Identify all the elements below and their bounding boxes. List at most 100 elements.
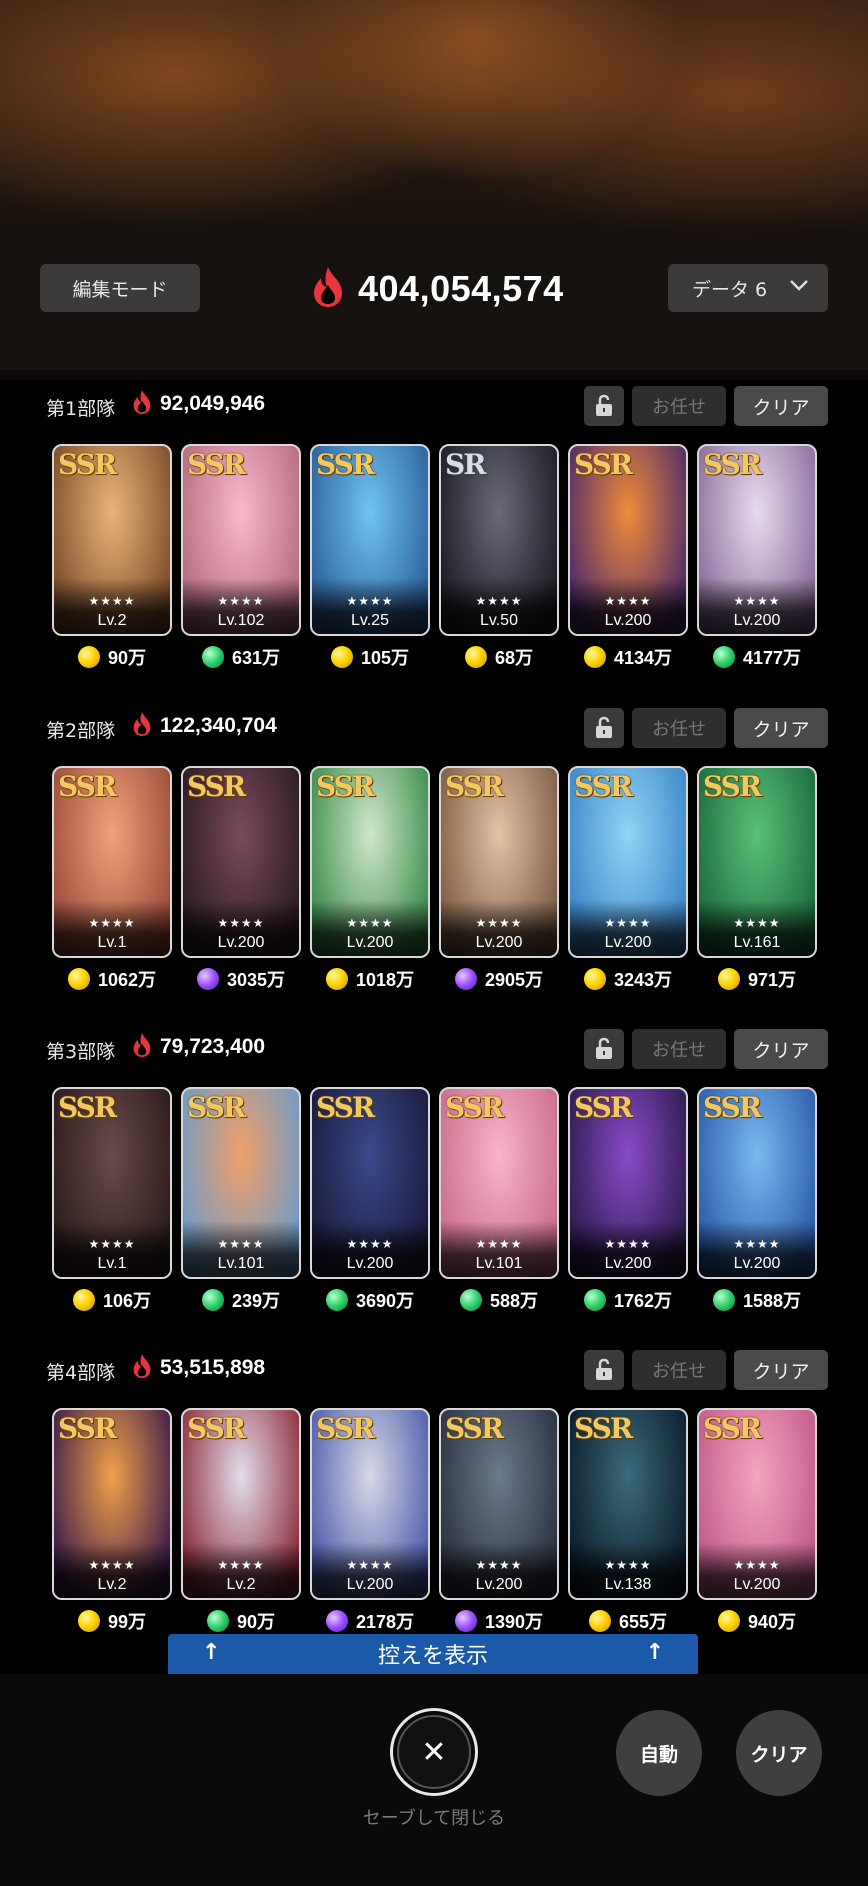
rarity-badge: SSR xyxy=(187,770,246,803)
rarity-badge: SSR xyxy=(58,448,117,481)
character-card[interactable]: SSR ★★★★ Lv.138 xyxy=(568,1408,688,1600)
gold-coin-icon xyxy=(77,1610,100,1632)
squad-name: 第2部隊 xyxy=(46,720,116,742)
rarity-badge: SSR xyxy=(187,448,246,481)
star-rating: ★★★★ xyxy=(604,594,652,608)
character-card[interactable]: SSR ★★★★ Lv.200 xyxy=(310,1408,430,1600)
squad-name: 第4部隊 xyxy=(46,1362,116,1384)
character-power-cost: 1762万 xyxy=(563,1287,693,1313)
unlock-toggle-button[interactable] xyxy=(584,708,624,748)
unlock-toggle-button[interactable] xyxy=(584,1029,624,1069)
gold-coin-icon xyxy=(717,968,740,990)
character-card[interactable]: SSR ★★★★ Lv.200 xyxy=(310,766,430,958)
rarity-badge: SSR xyxy=(703,448,762,481)
character-card[interactable]: SSR ★★★★ Lv.200 xyxy=(568,1087,688,1279)
power-cost-value: 90万 xyxy=(107,648,147,668)
squad-auto-button[interactable]: お任せ xyxy=(632,1350,726,1390)
edit-mode-button[interactable]: 編集モード xyxy=(40,264,200,312)
character-level: Lv.2 xyxy=(97,1576,127,1593)
character-card[interactable]: SSR ★★★★ Lv.200 xyxy=(697,444,817,636)
character-card[interactable]: SSR ★★★★ Lv.1 xyxy=(52,1087,172,1279)
squad-clear-button[interactable]: クリア xyxy=(734,1350,828,1390)
purple-coin-icon xyxy=(325,1610,348,1632)
character-card[interactable]: SSR ★★★★ Lv.200 xyxy=(439,766,559,958)
power-cost-value: 655万 xyxy=(618,1612,668,1632)
save-and-close-button[interactable]: ✕ xyxy=(390,1708,478,1796)
header-row: 編集モード 404,054,574 データ 6 xyxy=(0,262,868,322)
squad-power-value: 79,723,400 xyxy=(160,1035,266,1058)
gold-coin-icon xyxy=(67,968,90,990)
character-card[interactable]: SSR ★★★★ Lv.2 xyxy=(52,1408,172,1600)
character-card[interactable]: SSR ★★★★ Lv.200 xyxy=(439,1408,559,1600)
character-level: Lv.101 xyxy=(217,1255,265,1272)
character-power-cost: 105万 xyxy=(305,644,435,670)
squad-clear-button[interactable]: クリア xyxy=(734,1029,828,1069)
character-power-cost: 3035万 xyxy=(176,966,306,992)
gold-coin-icon xyxy=(583,646,606,668)
character-card[interactable]: SSR ★★★★ Lv.200 xyxy=(568,444,688,636)
squad-card-row: SSR ★★★★ Lv.2 90万 SSR ★★★★ Lv.102 631万 S… xyxy=(52,444,822,674)
squad-power: 122,340,704 xyxy=(130,710,277,742)
clear-all-button[interactable]: クリア xyxy=(736,1710,822,1796)
flame-icon xyxy=(130,388,154,420)
character-card[interactable]: SSR ★★★★ Lv.101 xyxy=(181,1087,301,1279)
character-level: Lv.1 xyxy=(97,1255,127,1272)
character-power-cost: 68万 xyxy=(434,644,564,670)
rarity-badge: SSR xyxy=(187,1412,246,1445)
power-cost-value: 1062万 xyxy=(97,970,157,990)
power-cost-value: 3035万 xyxy=(226,970,286,990)
data-slot-dropdown[interactable]: データ 6 xyxy=(668,264,828,312)
star-rating: ★★★★ xyxy=(346,1237,394,1251)
star-rating: ★★★★ xyxy=(88,916,136,930)
green-coin-icon xyxy=(459,1289,482,1311)
character-card[interactable]: SSR ★★★★ Lv.200 xyxy=(568,766,688,958)
rarity-badge: SSR xyxy=(187,1091,246,1124)
squad-clear-button[interactable]: クリア xyxy=(734,708,828,748)
squad-card-row: SSR ★★★★ Lv.1 106万 SSR ★★★★ Lv.101 239万 … xyxy=(52,1087,822,1317)
unlock-toggle-button[interactable] xyxy=(584,386,624,426)
character-card[interactable]: SSR ★★★★ Lv.25 xyxy=(310,444,430,636)
unlock-toggle-button[interactable] xyxy=(584,1350,624,1390)
character-card[interactable]: SSR ★★★★ Lv.161 xyxy=(697,766,817,958)
character-card[interactable]: SR ★★★★ Lv.50 xyxy=(439,444,559,636)
show-reserve-label: 控えを表示 xyxy=(377,1644,488,1669)
flame-icon xyxy=(130,1352,154,1384)
auto-assign-button[interactable]: 自動 xyxy=(616,1710,702,1796)
green-coin-icon xyxy=(583,1289,606,1311)
power-cost-value: 2905万 xyxy=(484,970,544,990)
character-card[interactable]: SSR ★★★★ Lv.200 xyxy=(181,766,301,958)
squad-power: 92,049,946 xyxy=(130,388,265,420)
character-power-cost: 971万 xyxy=(692,966,822,992)
power-cost-value: 1390万 xyxy=(484,1612,544,1632)
squad-power: 79,723,400 xyxy=(130,1031,265,1063)
rarity-badge: SSR xyxy=(445,1091,504,1124)
character-power-cost: 2178万 xyxy=(305,1608,435,1634)
character-level: Lv.200 xyxy=(604,934,652,951)
character-card[interactable]: SSR ★★★★ Lv.2 xyxy=(181,1408,301,1600)
character-power-cost: 3243万 xyxy=(563,966,693,992)
character-card[interactable]: SSR ★★★★ Lv.102 xyxy=(181,444,301,636)
squad-clear-button[interactable]: クリア xyxy=(734,386,828,426)
flame-icon xyxy=(130,1031,154,1063)
character-level: Lv.138 xyxy=(604,1576,652,1593)
character-card[interactable]: SSR ★★★★ Lv.2 xyxy=(52,444,172,636)
character-card[interactable]: SSR ★★★★ Lv.200 xyxy=(697,1087,817,1279)
power-cost-value: 971万 xyxy=(747,970,797,990)
power-cost-value: 239万 xyxy=(231,1291,281,1311)
show-reserve-button[interactable]: ↑ 控えを表示 ↑ xyxy=(168,1634,698,1674)
purple-coin-icon xyxy=(196,968,219,990)
character-card[interactable]: SSR ★★★★ Lv.101 xyxy=(439,1087,559,1279)
character-card[interactable]: SSR ★★★★ Lv.1 xyxy=(52,766,172,958)
character-card[interactable]: SSR ★★★★ Lv.200 xyxy=(697,1408,817,1600)
green-coin-icon xyxy=(201,646,224,668)
squad-auto-button[interactable]: お任せ xyxy=(632,386,726,426)
power-cost-value: 106万 xyxy=(102,1291,152,1311)
character-power-cost: 90万 xyxy=(47,644,177,670)
squad-auto-button[interactable]: お任せ xyxy=(632,708,726,748)
star-rating: ★★★★ xyxy=(88,1237,136,1251)
flame-icon xyxy=(308,265,348,313)
character-card[interactable]: SSR ★★★★ Lv.200 xyxy=(310,1087,430,1279)
squad-auto-button[interactable]: お任せ xyxy=(632,1029,726,1069)
character-level: Lv.50 xyxy=(480,612,518,629)
squad-name: 第1部隊 xyxy=(46,398,116,420)
